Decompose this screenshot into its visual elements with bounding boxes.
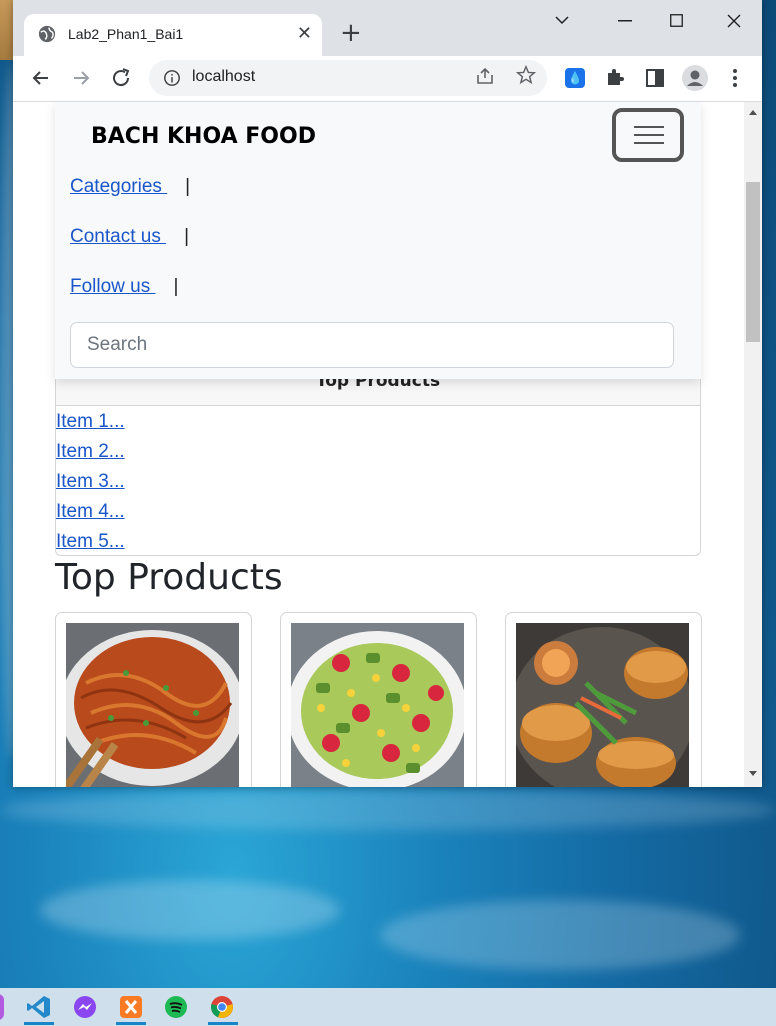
list-item[interactable]: Item 4... <box>56 501 125 523</box>
hamburger-line <box>634 134 664 136</box>
tab-strip: Lab2_Phan1_Bai1 ✕ + <box>13 0 762 56</box>
scroll-down-icon[interactable] <box>748 770 758 778</box>
browser-window: Lab2_Phan1_Bai1 ✕ + localhost 💧 Top Prod… <box>13 0 762 787</box>
tab-title: Lab2_Phan1_Bai1 <box>68 26 184 42</box>
minimize-icon[interactable] <box>618 20 632 22</box>
nav-link-follow[interactable]: Follow us <box>70 276 156 297</box>
active-indicator <box>208 1022 238 1025</box>
active-indicator <box>24 1022 54 1025</box>
share-icon[interactable] <box>475 66 495 86</box>
top-products-card: Top Products Item 1... Item 2... Item 3.… <box>55 362 701 556</box>
profile-icon[interactable] <box>682 65 708 91</box>
puzzle-icon[interactable] <box>603 66 627 90</box>
hamburger-line <box>634 126 664 128</box>
product-image-banh-mi <box>516 623 689 787</box>
nav-separator: | <box>184 226 190 247</box>
new-tab-button[interactable]: + <box>340 20 362 46</box>
scrollbar[interactable] <box>744 102 762 787</box>
close-icon[interactable]: ✕ <box>297 24 312 44</box>
nav-item-follow: Follow us | <box>70 276 178 298</box>
nav-item-categories: Categories | <box>70 176 190 198</box>
product-card[interactable] <box>505 612 702 787</box>
partial-app-icon[interactable] <box>0 994 4 1020</box>
globe-icon <box>38 25 56 43</box>
chevron-down-icon[interactable] <box>554 14 570 26</box>
messenger-icon[interactable] <box>72 994 98 1020</box>
brand-title[interactable]: BACH KHOA FOOD <box>91 124 316 149</box>
product-image-salad <box>291 623 464 787</box>
forward-icon[interactable] <box>69 66 93 90</box>
chrome-icon[interactable] <box>209 994 235 1020</box>
list-item[interactable]: Item 1... <box>56 411 125 433</box>
scroll-thumb[interactable] <box>746 182 760 342</box>
nav-separator: | <box>185 176 191 197</box>
window-close-icon[interactable] <box>727 14 741 28</box>
list-item[interactable]: Item 5... <box>56 531 125 553</box>
section-title: Top Products <box>55 557 283 598</box>
nav-separator: | <box>173 276 179 297</box>
search-input[interactable]: Search <box>70 322 674 368</box>
nav-link-contact[interactable]: Contact us <box>70 226 166 247</box>
taskbar <box>0 988 776 1026</box>
nav-item-contact: Contact us | <box>70 226 189 248</box>
page-viewport: Top Products Item 1... Item 2... Item 3.… <box>13 102 744 787</box>
url-text[interactable]: localhost <box>192 68 255 86</box>
address-bar[interactable]: localhost <box>149 60 547 96</box>
navbar: BACH KHOA FOOD Categories | Contact us |… <box>55 102 701 379</box>
scroll-up-icon[interactable] <box>748 108 758 116</box>
maximize-icon[interactable] <box>670 14 683 27</box>
star-icon[interactable] <box>515 64 537 86</box>
reload-icon[interactable] <box>109 66 133 90</box>
list-item[interactable]: Item 2... <box>56 441 125 463</box>
wallpaper-foam <box>0 790 776 830</box>
nav-link-categories[interactable]: Categories <box>70 176 167 197</box>
product-card[interactable] <box>55 612 252 787</box>
spotify-icon[interactable] <box>163 994 189 1020</box>
extension-icon[interactable]: 💧 <box>565 68 585 88</box>
sidepanel-icon[interactable] <box>643 66 667 90</box>
vscode-icon[interactable] <box>26 994 52 1020</box>
product-image-noodles <box>66 623 239 787</box>
navbar-toggler-button[interactable] <box>612 108 684 162</box>
back-icon[interactable] <box>29 66 53 90</box>
browser-toolbar: localhost 💧 <box>13 56 762 102</box>
hamburger-line <box>634 142 664 144</box>
wallpaper-foam <box>380 900 740 970</box>
list-item[interactable]: Item 3... <box>56 471 125 493</box>
menu-icon[interactable] <box>723 66 747 90</box>
info-icon[interactable] <box>163 69 181 87</box>
wallpaper-foam <box>40 880 340 940</box>
xampp-icon[interactable] <box>118 994 144 1020</box>
active-indicator <box>116 1022 146 1025</box>
product-card[interactable] <box>280 612 477 787</box>
browser-tab[interactable]: Lab2_Phan1_Bai1 ✕ <box>24 14 322 56</box>
